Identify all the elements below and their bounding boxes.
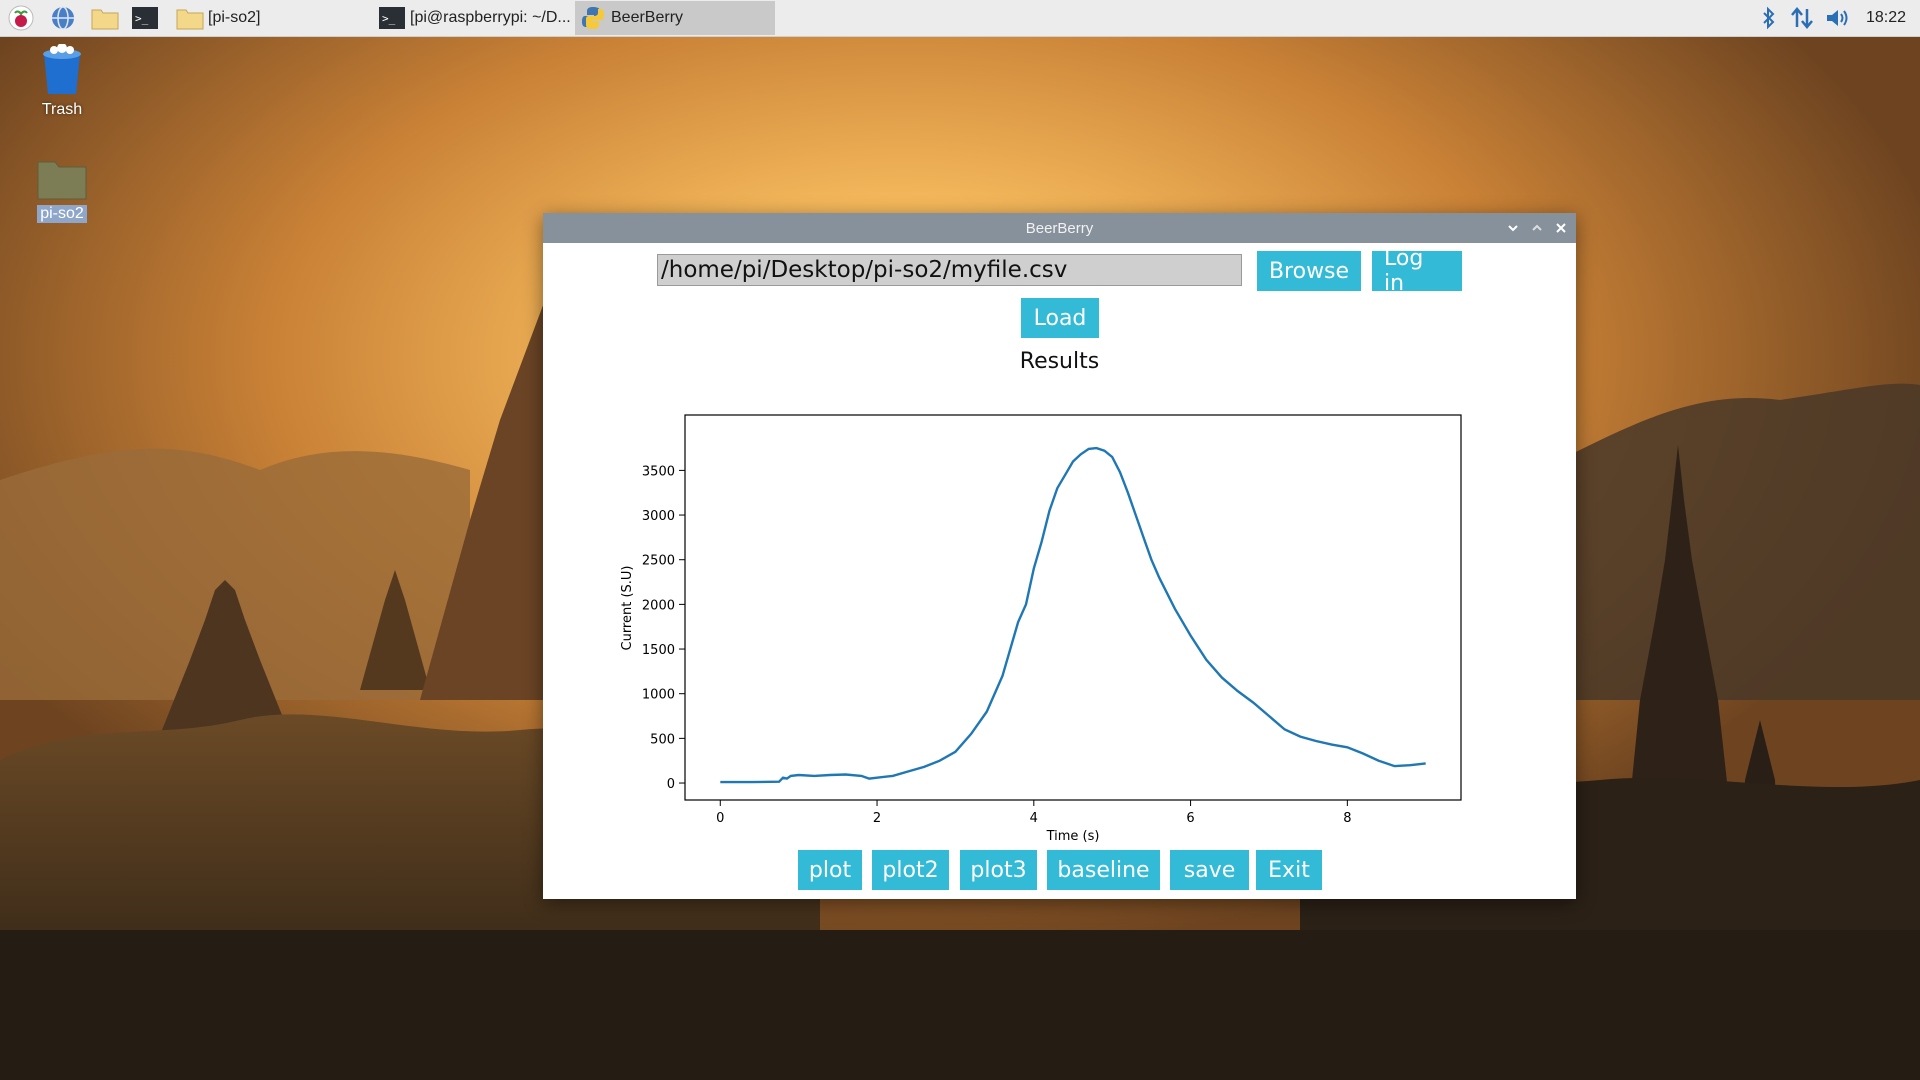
beerberry-window: BeerBerry Browse Log in Load Results 0 50… [543,213,1576,899]
browse-button[interactable]: Browse [1257,251,1361,291]
svg-text:>_: >_ [135,12,149,25]
taskbar-task-label: [pi-so2] [208,9,261,26]
taskbar-task-beerberry[interactable]: BeerBerry [575,1,775,35]
login-button[interactable]: Log in [1372,246,1462,296]
bluetooth-icon[interactable] [1754,6,1784,30]
y-tick-label: 3500 [642,464,675,479]
web-browser-icon[interactable] [48,3,78,33]
window-titlebar[interactable]: BeerBerry [543,213,1576,243]
plot-button[interactable]: plot [798,850,862,890]
folder-icon [176,4,204,32]
maximize-icon[interactable] [1530,221,1544,235]
y-tick-label: 1500 [642,643,675,658]
y-axis-label: Current (S.U) [620,565,635,650]
plot3-button[interactable]: plot3 [960,850,1037,890]
results-label: Results [1019,349,1100,374]
plot2-button[interactable]: plot2 [872,850,949,890]
terminal-launcher-icon[interactable]: >_ [130,3,160,33]
desktop-icon-label: pi-so2 [37,205,87,223]
y-tick-label: 0 [667,777,675,792]
load-button[interactable]: Load [1021,298,1099,338]
raspberry-menu-icon[interactable] [6,3,36,33]
taskbar-task-pi-so2[interactable]: [pi-so2] [172,1,372,35]
system-tray: 18:22 [1754,0,1920,36]
baseline-button[interactable]: baseline [1047,850,1160,890]
y-tick-label: 3000 [642,509,675,524]
x-tick-label: 8 [1343,811,1351,826]
desktop-icon-pi-so2[interactable]: pi-so2 [17,158,107,223]
x-tick-label: 0 [716,811,724,826]
y-tick-label: 500 [650,732,675,747]
taskbar-task-label: BeerBerry [611,9,684,26]
terminal-icon: >_ [378,4,406,32]
network-icon[interactable] [1784,5,1820,31]
window-title: BeerBerry [1025,219,1094,237]
trash-icon [17,43,107,101]
taskbar-task-terminal[interactable]: >_ [pi@raspberrypi: ~/D... [374,1,574,35]
folder-icon [17,158,107,205]
close-icon[interactable] [1554,221,1568,235]
x-tick-label: 2 [873,811,881,826]
desktop-icon-label: Trash [41,101,83,118]
clock[interactable]: 18:22 [1866,9,1906,27]
volume-icon[interactable] [1820,6,1856,30]
y-tick-label: 2500 [642,554,675,569]
x-tick-label: 4 [1030,811,1038,826]
desktop-icon-trash[interactable]: Trash [17,43,107,119]
taskbar-task-label: [pi@raspberrypi: ~/D... [410,9,571,26]
x-tick-label: 6 [1186,811,1194,826]
exit-button[interactable]: Exit [1256,850,1322,890]
y-tick-label: 2000 [642,598,675,613]
file-path-input[interactable] [657,254,1242,286]
x-axis-label: Time (s) [1046,829,1100,843]
x-axis: 0 2 4 6 8 [716,800,1351,826]
python-icon [579,4,607,32]
minimize-icon[interactable] [1506,221,1520,235]
file-manager-icon[interactable] [90,3,120,33]
plot-area [684,414,1462,801]
results-chart: 0 500 1000 1500 2000 2500 3000 3500 0 2 4 6 8 Time … [620,414,1462,843]
y-axis: 0 500 1000 1500 2000 2500 3000 3500 [642,464,685,792]
taskbar: >_ [pi-so2] >_ [pi@raspberrypi: ~/D... B… [0,0,1920,37]
y-tick-label: 1000 [642,688,675,703]
save-button[interactable]: save [1170,850,1249,890]
svg-text:>_: >_ [382,12,396,25]
